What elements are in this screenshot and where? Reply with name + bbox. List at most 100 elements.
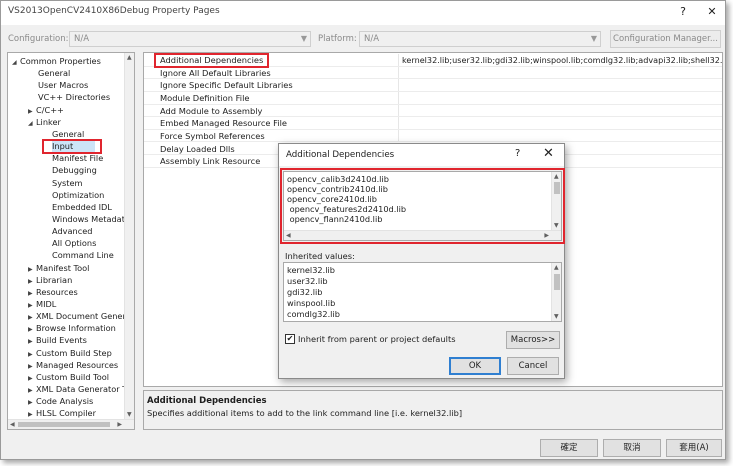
- scroll-thumb[interactable]: [554, 182, 560, 194]
- close-button[interactable]: ✕: [701, 4, 723, 20]
- scroll-up-icon[interactable]: ▲: [554, 264, 559, 271]
- tree-item-label: Optimization: [52, 189, 105, 200]
- collapse-arrow-icon[interactable]: ◢: [12, 57, 20, 69]
- tree-item[interactable]: ▶ C/C++: [28, 104, 64, 116]
- property-name: Force Symbol References: [160, 130, 265, 141]
- tree-item-label: General: [52, 128, 85, 139]
- inherit-checkbox[interactable]: ✔: [285, 334, 295, 344]
- dependency-line: opencv_contrib2410d.lib: [287, 184, 389, 194]
- window-title: VS2013OpenCV2410X86Debug Property Pages: [8, 6, 220, 16]
- scroll-thumb[interactable]: [554, 274, 560, 290]
- tree-item[interactable]: ◢ Linker: [28, 116, 61, 128]
- tree-item[interactable]: Manifest File: [52, 152, 103, 164]
- scroll-down-icon[interactable]: ▼: [554, 222, 559, 229]
- tree-item[interactable]: Input: [52, 140, 96, 153]
- tree-item-label: Input: [52, 141, 74, 152]
- dialog-close-button[interactable]: ✕: [543, 146, 554, 161]
- configuration-select[interactable]: N/A ▼: [69, 31, 311, 47]
- tree-item[interactable]: ▶ XML Data Generator Too: [28, 383, 134, 395]
- scroll-down-icon[interactable]: ▼: [127, 411, 132, 418]
- tree-vertical-scrollbar[interactable]: ▲ ▼: [124, 53, 134, 419]
- tree-item[interactable]: ▶ Librarian: [28, 274, 72, 286]
- inherited-values-list[interactable]: kernel32.lib user32.lib gdi32.lib winspool.…: [283, 262, 562, 322]
- dialog-ok-button[interactable]: OK: [449, 357, 501, 375]
- scroll-down-icon[interactable]: ▼: [554, 313, 559, 320]
- tree-item[interactable]: ▶ MIDL: [28, 298, 56, 310]
- tree-item[interactable]: Windows Metadata: [52, 213, 130, 225]
- chevron-down-icon: ▼: [590, 34, 597, 43]
- configuration-label: Configuration:: [8, 34, 69, 44]
- apply-button[interactable]: 套用(A): [666, 439, 722, 457]
- inherited-vertical-scrollbar[interactable]: ▲ ▼: [551, 263, 561, 321]
- tree-item[interactable]: ◢ Common Properties: [12, 55, 101, 67]
- collapse-arrow-icon[interactable]: ◢: [28, 118, 36, 130]
- tree-item[interactable]: ▶ Custom Build Tool: [28, 371, 109, 383]
- property-tree[interactable]: ◢ Common Properties General User Macros VC++…: [7, 52, 135, 430]
- dialog-help-button[interactable]: ?: [515, 148, 520, 159]
- tree-horizontal-scrollbar[interactable]: ◀ ▶: [8, 419, 134, 429]
- platform-select[interactable]: N/A ▼: [359, 31, 601, 47]
- tree-item[interactable]: User Macros: [38, 79, 88, 91]
- property-row[interactable]: Add Module to Assembly: [144, 104, 722, 118]
- property-row[interactable]: Ignore All Default Libraries: [144, 66, 722, 80]
- scroll-right-icon[interactable]: ▶: [117, 421, 122, 428]
- tree-item[interactable]: ▶ Custom Build Step: [28, 347, 112, 359]
- tree-item[interactable]: ▶ Code Analysis: [28, 395, 93, 407]
- tree-item[interactable]: ▶ Manifest Tool: [28, 262, 89, 274]
- property-value[interactable]: kernel32.lib;user32.lib;gdi32.lib;winspo…: [402, 54, 722, 66]
- tree-item[interactable]: VC++ Directories: [38, 91, 110, 103]
- cancel-button[interactable]: 取消: [603, 439, 661, 457]
- dialog-cancel-button[interactable]: Cancel: [507, 357, 559, 375]
- scroll-up-icon[interactable]: ▲: [127, 54, 132, 61]
- dependency-line: opencv_features2d2410d.lib: [287, 204, 407, 214]
- dependencies-textarea[interactable]: opencv_calib3d2410d.lib opencv_contrib241…: [283, 171, 562, 241]
- property-row[interactable]: Additional Dependencies kernel32.lib;user…: [144, 54, 722, 67]
- scroll-left-icon[interactable]: ◀: [10, 421, 15, 428]
- macros-button[interactable]: Macros>>: [506, 331, 560, 349]
- column-divider: [398, 66, 399, 79]
- tree-item-label: Advanced: [52, 226, 93, 237]
- property-row[interactable]: Ignore Specific Default Libraries: [144, 79, 722, 92]
- tree-item[interactable]: Optimization: [52, 189, 104, 201]
- tree-item[interactable]: Embedded IDL: [52, 201, 112, 213]
- property-name: Ignore Specific Default Libraries: [160, 80, 293, 91]
- tree-item-label: Debugging: [52, 165, 97, 176]
- property-row[interactable]: Embed Managed Resource File: [144, 117, 722, 130]
- inherited-values-label: Inherited values:: [285, 251, 355, 261]
- tree-item[interactable]: Debugging: [52, 164, 97, 176]
- tree-item[interactable]: ▶ XML Document Generato: [28, 310, 134, 322]
- property-row[interactable]: Force Symbol References: [144, 129, 722, 143]
- tree-item[interactable]: Advanced: [52, 225, 92, 237]
- column-divider: [398, 91, 399, 104]
- tree-item-label: All Options: [52, 238, 97, 249]
- tree-item[interactable]: ▶ Build Events: [28, 334, 87, 346]
- dialog-title-bar: Additional Dependencies ? ✕: [279, 144, 564, 166]
- ok-button[interactable]: 確定: [540, 439, 598, 457]
- tree-item-label: MIDL: [36, 299, 57, 309]
- tree-item-label: System: [52, 177, 83, 188]
- tree-item-label: Browse Information: [36, 323, 116, 334]
- tree-item[interactable]: General: [52, 128, 84, 140]
- tree-item[interactable]: ▶ HLSL Compiler: [28, 407, 96, 419]
- scroll-right-icon[interactable]: ▶: [544, 232, 549, 239]
- inherited-line: comdlg32.lib: [287, 309, 340, 319]
- scroll-thumb[interactable]: [18, 422, 110, 427]
- tree-item[interactable]: ▶ Browse Information: [28, 322, 116, 334]
- tree-item-label: Manifest Tool: [36, 262, 90, 273]
- tree-item[interactable]: Command Line: [52, 249, 114, 261]
- tree-item-label: Linker: [36, 116, 61, 127]
- textarea-vertical-scrollbar[interactable]: ▲ ▼: [551, 172, 561, 230]
- tree-item[interactable]: ▶ Resources: [28, 286, 78, 298]
- tree-item[interactable]: System: [52, 177, 83, 189]
- scroll-up-icon[interactable]: ▲: [554, 173, 559, 180]
- property-row[interactable]: Module Definition File: [144, 91, 722, 105]
- property-name: Embed Managed Resource File: [160, 118, 288, 129]
- tree-item[interactable]: General: [38, 67, 70, 79]
- textarea-horizontal-scrollbar[interactable]: ◀ ▶: [284, 230, 561, 240]
- tree-item[interactable]: ▶ Managed Resources: [28, 359, 118, 371]
- scroll-left-icon[interactable]: ◀: [286, 232, 291, 239]
- configuration-manager-button[interactable]: Configuration Manager...: [610, 30, 721, 48]
- tree-item-label: HLSL Compiler: [36, 408, 96, 419]
- tree-item[interactable]: All Options: [52, 237, 96, 249]
- help-button[interactable]: ?: [672, 4, 694, 20]
